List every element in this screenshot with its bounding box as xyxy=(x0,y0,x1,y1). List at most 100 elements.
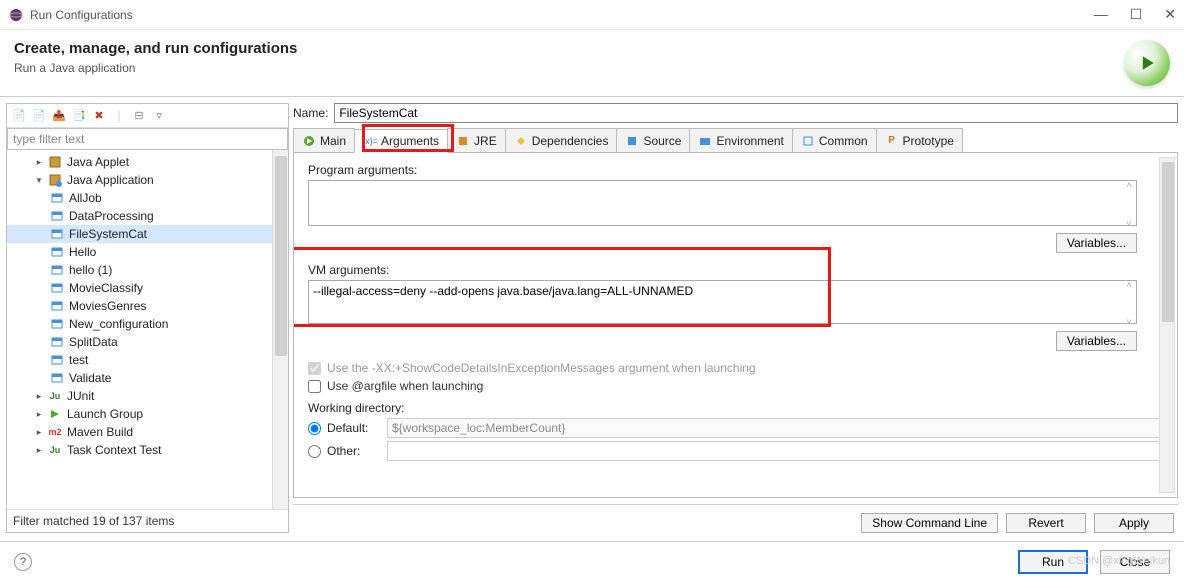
cfg-icon xyxy=(49,334,65,350)
tabpage-scrollbar[interactable] xyxy=(1159,157,1175,493)
tab-jre[interactable]: JRE xyxy=(447,128,506,152)
xx-checkbox-label: Use the -XX:+ShowCodeDetailsInExceptionM… xyxy=(327,361,756,375)
tab-label: Main xyxy=(320,134,346,148)
filter-input[interactable] xyxy=(7,128,288,150)
window-title: Run Configurations xyxy=(30,8,133,22)
filter-status: Filter matched 19 of 137 items xyxy=(7,509,288,532)
tab-environment[interactable]: Environment xyxy=(689,128,792,152)
cfg-icon xyxy=(49,208,65,224)
tree-item[interactable]: Validate xyxy=(7,369,288,387)
run-button[interactable]: Run xyxy=(1018,550,1088,574)
tree-item[interactable]: AllJob xyxy=(7,189,288,207)
workdir-default-radio[interactable] xyxy=(308,422,321,435)
close-icon[interactable]: ✕ xyxy=(1164,6,1176,23)
tab-source[interactable]: Source xyxy=(616,128,690,152)
tab-arguments[interactable]: (x)=Arguments xyxy=(354,129,448,153)
export-icon[interactable]: 📤 xyxy=(51,108,67,124)
tree-item[interactable]: MovieClassify xyxy=(7,279,288,297)
help-icon[interactable]: ? xyxy=(14,553,32,571)
launch-icon xyxy=(47,406,63,422)
revert-button[interactable]: Revert xyxy=(1006,513,1086,533)
workdir-other-radio[interactable] xyxy=(308,445,321,458)
tree-item[interactable]: Hello xyxy=(7,243,288,261)
new-config-icon[interactable]: 📄 xyxy=(11,108,27,124)
cfg-icon xyxy=(49,190,65,206)
tree-item-label: AllJob xyxy=(69,191,102,205)
tree-item[interactable]: ▸Ju Task Context Test xyxy=(7,441,288,459)
tree-item-label: JUnit xyxy=(67,389,94,403)
tree-item[interactable]: SplitData xyxy=(7,333,288,351)
xx-checkbox xyxy=(308,362,321,375)
expander-icon[interactable]: ▸ xyxy=(33,426,45,438)
applet-icon xyxy=(47,154,63,170)
argfile-checkbox[interactable] xyxy=(308,380,321,393)
collapse-all-icon[interactable]: ⊟ xyxy=(131,108,147,124)
workdir-other-label: Other: xyxy=(327,444,381,458)
tree-item-label: Validate xyxy=(69,371,111,385)
program-args-label: Program arguments: xyxy=(308,163,1163,177)
cfg-icon xyxy=(49,280,65,296)
tab-label: Environment xyxy=(716,134,783,148)
tree-item[interactable]: hello (1) xyxy=(7,261,288,279)
expander-icon[interactable]: ▸ xyxy=(33,156,45,168)
tree-item[interactable]: FileSystemCat xyxy=(7,225,288,243)
expander-icon[interactable]: ▸ xyxy=(33,390,45,402)
tree-item-label: MoviesGenres xyxy=(69,299,146,313)
vm-args-label: VM arguments: xyxy=(308,263,1163,277)
tree-item[interactable]: ▸JuJUnit xyxy=(7,387,288,405)
expander-icon[interactable]: ▾ xyxy=(33,174,45,186)
program-args-variables-button[interactable]: Variables... xyxy=(1056,233,1137,253)
config-tree[interactable]: ▸Java Applet▾Java Application AllJob DataP… xyxy=(7,150,288,509)
jre-tab-icon xyxy=(456,134,470,148)
left-panel: 📄 📄 📤 📑 ✖ | ⊟ ▿ ▸Java Applet▾Java Applic… xyxy=(6,103,289,533)
tab-dependencies[interactable]: Dependencies xyxy=(505,128,618,152)
tab-prototype[interactable]: PPrototype xyxy=(876,128,963,152)
delete-icon[interactable]: ✖ xyxy=(91,108,107,124)
arguments-tab-page: Program arguments: ˄˅ Variables... VM ar… xyxy=(293,153,1178,498)
tab-label: Prototype xyxy=(903,134,954,148)
tree-item[interactable]: ▸m2Maven Build xyxy=(7,423,288,441)
tree-item[interactable]: MoviesGenres xyxy=(7,297,288,315)
tab-label: Source xyxy=(643,134,681,148)
tree-item[interactable]: ▸Java Applet xyxy=(7,153,288,171)
workdir-other-input[interactable] xyxy=(387,441,1163,461)
tree-item[interactable]: New_configuration xyxy=(7,315,288,333)
tree-item[interactable]: ▸ Launch Group xyxy=(7,405,288,423)
tree-item-label: Launch Group xyxy=(67,407,143,421)
tab-common[interactable]: Common xyxy=(792,128,877,152)
cfg-icon xyxy=(49,316,65,332)
dialog-header: Create, manage, and run configurations R… xyxy=(0,30,1184,96)
source-tab-icon xyxy=(625,134,639,148)
name-input[interactable] xyxy=(334,103,1178,123)
tree-item[interactable]: test xyxy=(7,351,288,369)
cfg-icon xyxy=(49,262,65,278)
cfg-icon xyxy=(49,298,65,314)
arguments-tab-icon: (x)= xyxy=(363,134,377,148)
duplicate-icon[interactable]: 📑 xyxy=(71,108,87,124)
tab-label: Common xyxy=(819,134,868,148)
apply-button[interactable]: Apply xyxy=(1094,513,1174,533)
dialog-footer: ? Run Close xyxy=(0,541,1184,581)
new-proto-icon[interactable]: 📄 xyxy=(31,108,47,124)
vm-args-variables-button[interactable]: Variables... xyxy=(1056,331,1137,351)
expander-icon[interactable]: ▸ xyxy=(33,408,45,420)
maximize-icon[interactable]: ☐ xyxy=(1130,6,1143,23)
show-command-line-button[interactable]: Show Command Line xyxy=(861,513,998,533)
program-args-input[interactable] xyxy=(308,180,1137,226)
close-button[interactable]: Close xyxy=(1100,550,1170,574)
title-bar: Run Configurations ― ☐ ✕ xyxy=(0,0,1184,30)
task-icon: Ju xyxy=(47,442,63,458)
header-title: Create, manage, and run configurations xyxy=(14,40,297,57)
tree-scrollbar[interactable] xyxy=(272,150,288,509)
vm-args-input[interactable] xyxy=(308,280,1137,324)
expander-icon[interactable]: ▸ xyxy=(33,444,45,456)
tab-label: JRE xyxy=(474,134,497,148)
tree-item-label: New_configuration xyxy=(69,317,168,331)
tab-main[interactable]: Main xyxy=(293,128,355,152)
cfg-icon xyxy=(49,370,65,386)
tree-item[interactable]: DataProcessing xyxy=(7,207,288,225)
minimize-icon[interactable]: ― xyxy=(1094,6,1108,23)
tree-item[interactable]: ▾Java Application xyxy=(7,171,288,189)
filter-icon[interactable]: ▿ xyxy=(151,108,167,124)
tree-item-label: Task Context Test xyxy=(67,443,162,457)
